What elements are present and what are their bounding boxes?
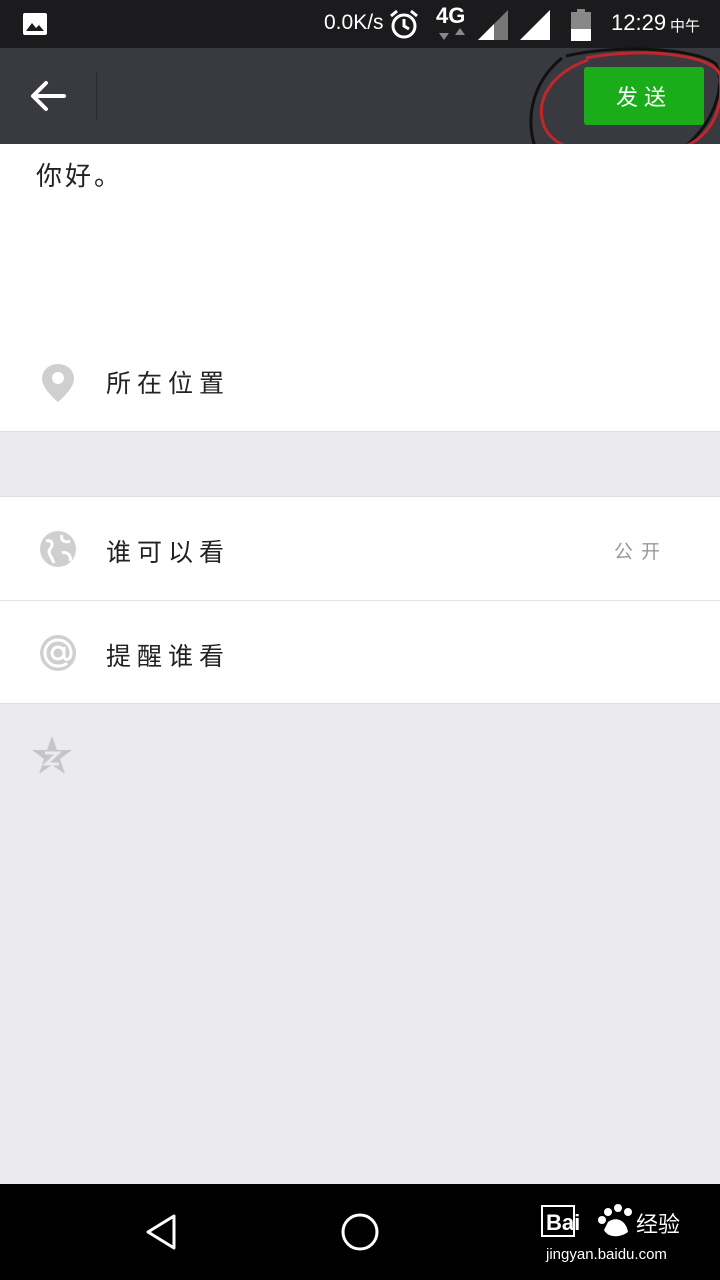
clock-ampm: 中午: [670, 17, 701, 35]
battery-icon: [571, 9, 591, 41]
post-text-input[interactable]: 你好。: [36, 156, 123, 193]
signal-icon: [478, 10, 508, 40]
location-label: 所在位置: [106, 369, 231, 398]
alarm-icon: [390, 9, 418, 39]
visibility-value: 公开: [613, 541, 668, 563]
triangle-back-icon[interactable]: [140, 1210, 184, 1254]
location-pin-icon: [42, 364, 74, 402]
back-button[interactable]: [22, 72, 74, 120]
data-arrows-icon: [439, 28, 465, 40]
network-type: 4G: [436, 3, 466, 28]
post-content-card: 你好。 所在位置: [0, 144, 720, 432]
svg-text:经验: 经验: [636, 1213, 680, 1238]
who-can-see-row[interactable]: 谁可以看 公开: [0, 497, 720, 601]
at-sign-icon: [40, 635, 76, 671]
baidu-jingyan-logo: Bai 经验: [541, 1204, 680, 1238]
net-speed: 0.0K/s: [324, 11, 384, 34]
baidu-jingyan-watermark: Bai 经验 jingyan.baidu.com: [538, 1198, 698, 1268]
send-button[interactable]: 发送: [584, 67, 704, 125]
settings-group: 谁可以看 公开 提醒谁看: [0, 496, 720, 704]
watermark-site: jingyan.baidu.com: [546, 1246, 667, 1263]
toolbar: 发送: [0, 48, 720, 144]
signal-icon: [520, 10, 550, 40]
svg-text:Bai: Bai: [546, 1210, 580, 1235]
circle-home-icon[interactable]: [338, 1210, 382, 1254]
toolbar-divider: [96, 72, 97, 120]
status-bar: 0.0K/s 4G 12:29 中午: [0, 0, 720, 48]
clock-time: 12:29: [611, 10, 667, 35]
globe-icon: [40, 531, 76, 567]
arrow-left-icon: [31, 81, 66, 111]
gallery-icon: [23, 13, 47, 35]
remind-label: 提醒谁看: [106, 642, 231, 671]
location-row[interactable]: 所在位置: [0, 344, 720, 432]
who-can-see-label: 谁可以看: [106, 538, 231, 567]
qzone-star-icon[interactable]: [30, 734, 74, 778]
remind-row[interactable]: 提醒谁看: [0, 601, 720, 704]
